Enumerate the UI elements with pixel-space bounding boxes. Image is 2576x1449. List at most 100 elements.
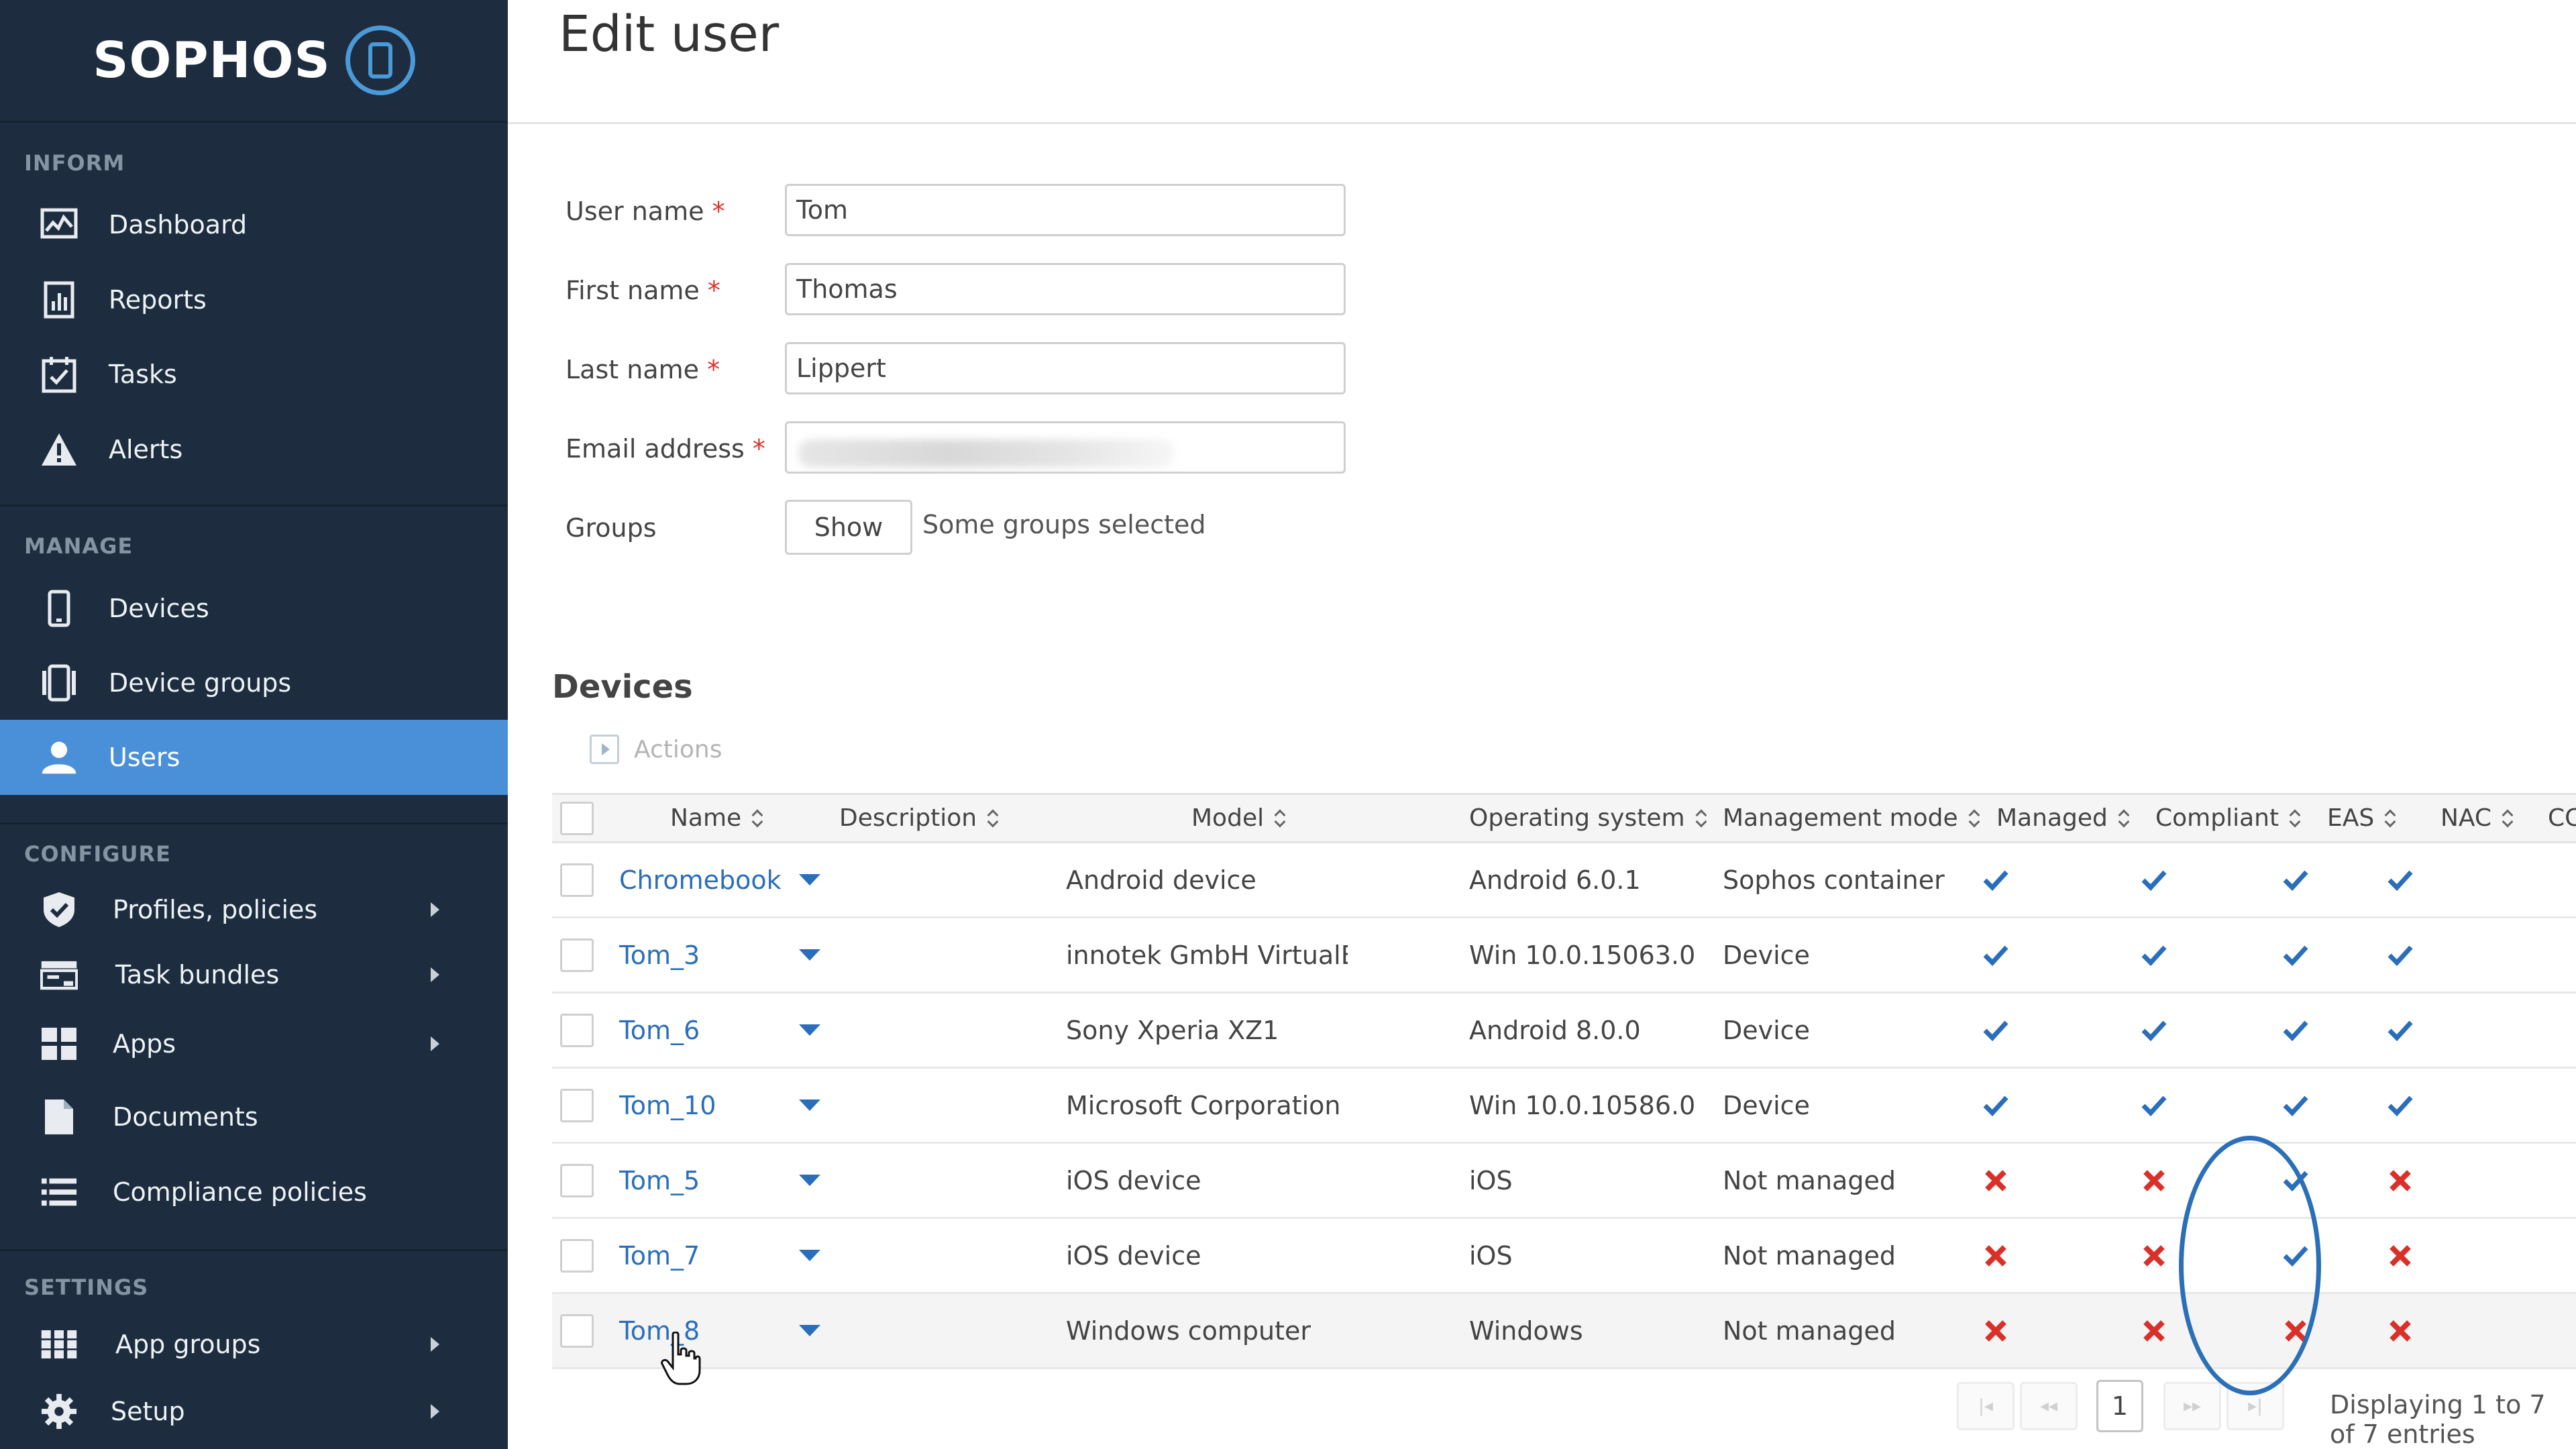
table-row[interactable]: Tom_10 Microsoft Corporation Surface Pro … xyxy=(552,1069,2576,1144)
alert-icon xyxy=(40,431,78,468)
row-checkbox[interactable] xyxy=(560,1163,594,1197)
device-groups-icon xyxy=(40,664,78,702)
col-header-name[interactable]: Name xyxy=(670,795,763,841)
status-compliant xyxy=(2086,843,2222,916)
pagination: |◂ ◂◂ 1 ▸▸ ▸| xyxy=(1957,1379,2290,1433)
col-header-compliant[interactable]: Compliant xyxy=(2155,795,2300,841)
sidebar-item-alerts[interactable]: Alerts xyxy=(0,412,508,487)
device-name-link[interactable]: Chromebook xyxy=(619,843,782,916)
list-icon xyxy=(40,1173,78,1211)
prev-page-button[interactable]: ◂◂ xyxy=(2020,1382,2078,1430)
sidebar-item-profiles-policies[interactable]: Profiles, policies xyxy=(0,872,508,947)
sidebar-item-setup[interactable]: Setup xyxy=(0,1374,508,1449)
row-menu-button[interactable] xyxy=(799,1219,820,1292)
col-header-os[interactable]: Operating system xyxy=(1469,795,1707,841)
device-model: innotek GmbH VirtualBox xyxy=(1066,940,1348,970)
device-os: Win 10.0.10586.0 xyxy=(1469,1090,1696,1120)
sidebar-item-documents[interactable]: Documents xyxy=(0,1079,508,1155)
device-name-link[interactable]: Tom_10 xyxy=(619,1069,716,1142)
pagination-status: Displaying 1 to 7 of 7 entries xyxy=(2330,1390,2546,1449)
table-row[interactable]: Tom_7 iOS device iOS Not managed xyxy=(552,1219,2576,1294)
lastname-input[interactable] xyxy=(785,342,1346,394)
sidebar-item-users[interactable]: Users xyxy=(0,720,508,795)
sidebar-item-app-groups[interactable]: App groups xyxy=(0,1307,508,1382)
row-checkbox[interactable] xyxy=(560,1238,594,1273)
col-label: CC xyxy=(2548,804,2576,832)
section-divider xyxy=(0,822,508,824)
sidebar-item-device-groups[interactable]: Device groups xyxy=(0,645,508,720)
actions-button[interactable]: Actions xyxy=(590,733,722,766)
sidebar-item-reports[interactable]: Reports xyxy=(0,262,508,337)
show-groups-button[interactable]: Show xyxy=(785,500,912,555)
col-header-model[interactable]: Model xyxy=(1191,795,1285,841)
caret-down-icon xyxy=(799,949,820,961)
row-menu-button[interactable] xyxy=(799,1069,820,1142)
sort-icon xyxy=(2502,809,2513,828)
document-icon xyxy=(40,1098,78,1136)
table-row[interactable]: Tom_3 innotek GmbH VirtualBox Win 10.0.150… xyxy=(552,918,2576,994)
col-header-description[interactable]: Description xyxy=(839,795,998,841)
row-checkbox[interactable] xyxy=(560,938,594,972)
col-header-eas[interactable]: EAS xyxy=(2327,795,2396,841)
last-page-button[interactable]: ▸| xyxy=(2226,1382,2284,1430)
status-nac xyxy=(2350,1069,2451,1142)
table-row[interactable]: Tom_5 iOS device iOS Not managed xyxy=(552,1144,2576,1219)
required-mark: * xyxy=(712,197,725,226)
sort-icon xyxy=(2290,809,2300,828)
status-managed xyxy=(1921,843,2071,916)
status-nac xyxy=(2350,1144,2451,1217)
device-name-link[interactable]: Tom_3 xyxy=(619,918,700,991)
table-row[interactable]: Tom_6 Sony Xperia XZ1 Android 8.0.0 Device xyxy=(552,994,2576,1069)
row-checkbox[interactable] xyxy=(560,863,594,897)
col-label: Model xyxy=(1191,804,1265,832)
device-name-link[interactable]: Tom_5 xyxy=(619,1144,700,1217)
caret-down-icon xyxy=(799,1325,820,1336)
sidebar-item-dashboard[interactable]: Dashboard xyxy=(0,187,508,262)
cross-icon xyxy=(2143,1169,2165,1191)
row-menu-button[interactable] xyxy=(799,843,820,916)
next-page-button[interactable]: ▸▸ xyxy=(2163,1382,2221,1430)
firstname-input[interactable] xyxy=(785,263,1346,315)
username-input[interactable] xyxy=(785,184,1346,236)
check-icon xyxy=(2141,1095,2167,1116)
sidebar-item-tasks[interactable]: Tasks xyxy=(0,337,508,412)
check-icon xyxy=(2283,870,2308,891)
col-header-managed[interactable]: Managed xyxy=(1996,795,2129,841)
row-menu-button[interactable] xyxy=(799,1144,820,1217)
sort-icon xyxy=(1696,809,1707,828)
table-row[interactable]: Tom_8 Windows computer Windows Not managed xyxy=(552,1294,2576,1369)
sidebar-item-task-bundles[interactable]: Task bundles xyxy=(0,937,508,1012)
row-checkbox[interactable] xyxy=(560,1313,594,1348)
sidebar-item-apps[interactable]: Apps xyxy=(0,1006,508,1081)
select-all-checkbox[interactable] xyxy=(560,801,594,835)
sidebar-item-label: Reports xyxy=(109,285,207,315)
col-label: EAS xyxy=(2327,804,2375,832)
row-checkbox[interactable] xyxy=(560,1013,594,1047)
col-header-nac[interactable]: NAC xyxy=(2440,795,2513,841)
status-nac xyxy=(2350,1294,2451,1367)
current-page[interactable]: 1 xyxy=(2096,1380,2143,1432)
status-compliant xyxy=(2086,1219,2222,1292)
device-name-link[interactable]: Tom_7 xyxy=(619,1219,700,1292)
sidebar: SOPHOS INFORM Dashboard Reports Tasks Al… xyxy=(0,0,508,1449)
col-header-cc[interactable]: CC xyxy=(2548,795,2576,841)
table-row[interactable]: Chromebook Android device Android 6.0.1 Sop… xyxy=(552,843,2576,918)
first-page-button[interactable]: |◂ xyxy=(1957,1382,2015,1430)
title-divider xyxy=(508,122,2576,124)
row-menu-button[interactable] xyxy=(799,994,820,1067)
check-icon xyxy=(2283,1171,2308,1191)
device-name-link[interactable]: Tom_6 xyxy=(619,994,700,1067)
sidebar-item-devices[interactable]: Devices xyxy=(0,571,508,646)
sophos-logo[interactable]: SOPHOS xyxy=(0,0,508,123)
grid-icon xyxy=(40,1326,78,1363)
row-checkbox[interactable] xyxy=(560,1088,594,1122)
table-header: Name Description Model Operating system … xyxy=(552,793,2576,843)
check-icon xyxy=(2283,1246,2308,1267)
col-header-management-mode[interactable]: Management mode xyxy=(1723,795,1980,841)
col-label: Management mode xyxy=(1723,804,1958,832)
row-menu-button[interactable] xyxy=(799,1294,820,1367)
sidebar-item-label: Users xyxy=(109,743,180,772)
sidebar-item-compliance-policies[interactable]: Compliance policies xyxy=(0,1155,508,1230)
row-menu-button[interactable] xyxy=(799,918,820,991)
row-checkbox-cell xyxy=(560,994,594,1067)
